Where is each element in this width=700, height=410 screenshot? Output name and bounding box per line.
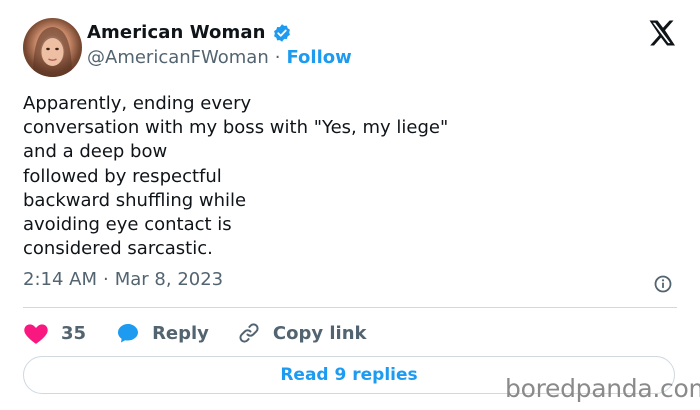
info-icon[interactable] <box>653 274 673 294</box>
follow-button[interactable]: Follow <box>286 47 351 68</box>
tweet-text-line: Apparently, ending every <box>23 93 252 114</box>
separator-dot: · <box>103 269 109 290</box>
copy-link-label: Copy link <box>272 322 367 344</box>
link-icon <box>237 321 261 345</box>
author-handle[interactable]: @AmericanFWoman <box>87 47 269 68</box>
tweet-text-line: backward shuffling while <box>23 189 247 211</box>
copy-link-button[interactable]: Copy link <box>237 321 367 345</box>
author-handle-row: @AmericanFWoman · Follow <box>87 47 352 68</box>
tweet-time: 2:14 AM <box>23 269 97 290</box>
tweet-text-line: avoiding eye contact is <box>23 214 232 236</box>
heart-icon <box>23 321 49 345</box>
like-count: 35 <box>61 322 87 344</box>
author-name[interactable]: American Woman <box>87 22 266 43</box>
verified-badge-icon <box>272 23 292 43</box>
speech-bubble-icon <box>116 321 140 345</box>
tweet-card: American Woman @AmericanFWoman · Follow … <box>0 0 700 410</box>
divider <box>23 307 677 308</box>
watermark: boredpanda.com <box>505 374 700 403</box>
avatar-image <box>33 27 72 77</box>
reply-button[interactable]: Reply <box>116 321 209 345</box>
tweet-text-line: followed by respectful <box>23 165 222 187</box>
tweet-text-line: and a deep bow <box>23 141 168 163</box>
x-logo-icon[interactable] <box>646 18 676 48</box>
tweet-date: Mar 8, 2023 <box>114 269 224 290</box>
author-name-row: American Woman <box>87 22 292 43</box>
tweet-text-line: conversation with my boss with "Yes, my … <box>23 117 449 139</box>
tweet-timestamp[interactable]: 2:14 AM · Mar 8, 2023 <box>23 269 223 290</box>
tweet-text: Apparently, ending every conversation wi… <box>23 92 663 261</box>
action-bar: 35 Reply Copy link <box>23 320 391 346</box>
tweet-text-line: considered sarcastic. <box>23 238 213 260</box>
reply-label: Reply <box>152 322 209 344</box>
avatar[interactable] <box>23 18 82 77</box>
like-button[interactable]: 35 <box>23 321 86 345</box>
separator-dot: · <box>274 47 281 68</box>
